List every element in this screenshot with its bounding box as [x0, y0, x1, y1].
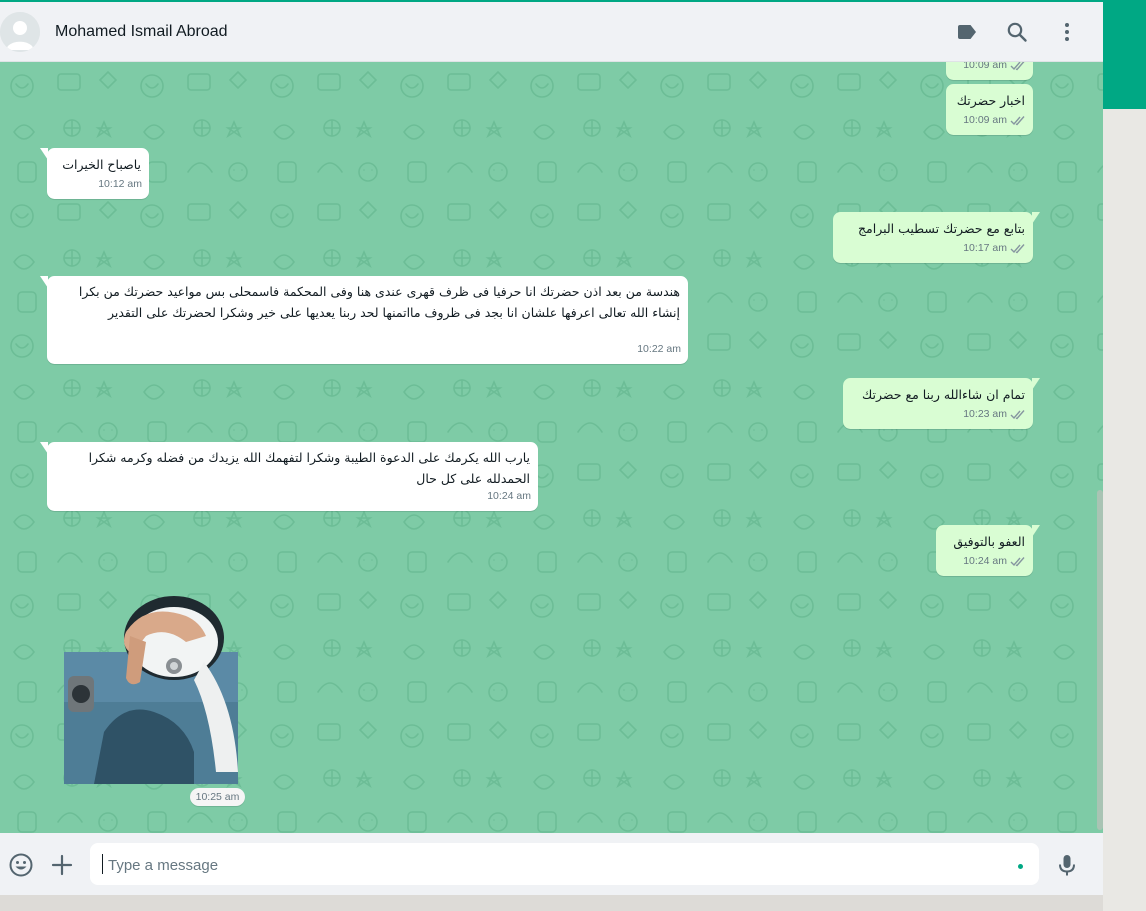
message-time: 10:12 am — [98, 178, 142, 190]
default-avatar-icon — [0, 12, 40, 52]
contact-name[interactable]: Mohamed Ismail Abroad — [55, 23, 228, 41]
emoji-icon[interactable] — [8, 852, 34, 878]
double-check-icon — [1010, 409, 1025, 420]
message-text: هندسة من بعد اذن حضرتك انا حرفيا فى ظرف … — [78, 284, 680, 320]
message-text: العفو بالتوفيق — [953, 534, 1025, 549]
chat-header[interactable]: Mohamed Ismail Abroad — [0, 2, 1103, 62]
avatar[interactable] — [0, 12, 40, 52]
search-icon[interactable] — [1005, 20, 1029, 44]
bubble-tail — [40, 276, 48, 288]
double-check-icon — [1010, 243, 1025, 254]
message-bubble-outgoing[interactable]: اخبار حضرتك 10:09 am — [946, 84, 1033, 135]
message-time: 10:17 am — [963, 242, 1007, 254]
text-caret — [102, 854, 103, 874]
message-time: 10:23 am — [963, 408, 1007, 420]
microphone-icon[interactable] — [1054, 852, 1080, 878]
menu-icon[interactable] — [1055, 20, 1079, 44]
sticker-image[interactable] — [64, 592, 238, 784]
message-time: 10:09 am — [963, 62, 1007, 71]
message-text: ياصباح الخيرات — [62, 157, 141, 172]
message-bubble-incoming[interactable]: يارب الله يكرمك على الدعوة الطيبة وشكرا … — [40, 442, 538, 511]
bubble-tail — [1032, 525, 1040, 537]
accent-band — [1103, 0, 1146, 109]
message-bubble-incoming[interactable]: ياصباح الخيرات 10:12 am — [40, 148, 149, 199]
bubble-tail — [40, 442, 48, 454]
message-list[interactable]: 10:09 am اخبار حضرتك 10:09 am ياصباح الخ… — [0, 62, 1103, 833]
double-check-icon — [1010, 62, 1025, 71]
message-time: 10:22 am — [637, 343, 681, 355]
message-bubble-outgoing[interactable]: 10:09 am — [946, 62, 1033, 80]
double-check-icon — [1010, 115, 1025, 126]
message-bubble-incoming[interactable]: هندسة من بعد اذن حضرتك انا حرفيا فى ظرف … — [40, 276, 688, 364]
bubble-tail — [40, 148, 48, 160]
message-bubble-outgoing[interactable]: العفو بالتوفيق 10:24 am — [936, 525, 1040, 576]
background-panel — [1103, 0, 1146, 911]
sticker-time: 10:25 am — [190, 788, 245, 806]
label-icon[interactable] — [955, 20, 979, 44]
chat-window: Mohamed Ismail Abroad 10:09 am اخبار حضر… — [0, 0, 1103, 911]
message-text: اخبار حضرتك — [956, 93, 1025, 108]
message-meta: 10:17 am — [963, 238, 1026, 259]
bubble-tail — [1032, 378, 1040, 390]
message-bubble-outgoing[interactable]: بتابع مع حضرتك تسطيب البرامج 10:17 am — [833, 212, 1040, 263]
message-input-box[interactable] — [90, 843, 1039, 887]
compose-bar — [0, 833, 1103, 895]
plus-icon[interactable] — [49, 852, 75, 878]
bubble-tail — [1032, 212, 1040, 224]
message-input[interactable] — [106, 843, 990, 887]
message-meta: 10:24 am — [963, 551, 1026, 572]
message-text: تمام ان شاءالله ربنا مع حضرتك — [862, 387, 1025, 402]
message-bubble-outgoing[interactable]: تمام ان شاءالله ربنا مع حضرتك 10:23 am — [843, 378, 1040, 429]
status-dot — [1018, 864, 1023, 869]
message-time: 10:09 am — [963, 114, 1007, 126]
window-bottom-edge — [0, 895, 1103, 911]
scrollbar[interactable] — [1097, 490, 1103, 830]
message-meta: 10:09 am — [963, 62, 1026, 76]
message-time: 10:24 am — [487, 490, 531, 502]
message-meta: 10:24 am — [487, 486, 531, 507]
message-meta: 10:23 am — [963, 404, 1026, 425]
message-meta: 10:12 am — [98, 174, 142, 195]
double-check-icon — [1010, 556, 1025, 567]
message-meta: 10:09 am — [963, 110, 1026, 131]
message-time: 10:24 am — [963, 555, 1007, 567]
message-text: يارب الله يكرمك على الدعوة الطيبة وشكرا … — [88, 450, 530, 486]
message-text: بتابع مع حضرتك تسطيب البرامج — [857, 221, 1025, 236]
message-meta: 10:22 am — [637, 339, 681, 360]
